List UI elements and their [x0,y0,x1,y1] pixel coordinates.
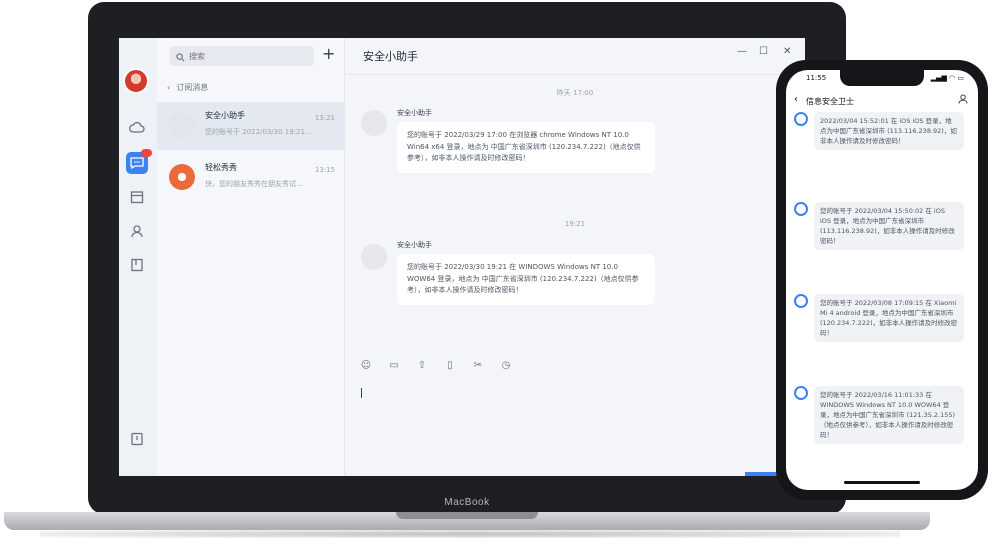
chevron-left-icon[interactable]: ‹ [794,94,798,105]
laptop-shadow [40,530,900,538]
upload-icon[interactable]: ⇧ [415,358,429,372]
phone-message-bubble: 您的账号于 2022/03/04 15:50:02 在 iOS iOS 登录，地… [814,202,964,251]
security-icon [794,294,808,308]
user-avatar[interactable] [123,68,149,94]
message-sender: 安全小助手 [397,241,432,249]
phone-message-bubble: 2022/03/04 15:52:01 在 iOS iOS 登录，地点为中国广东… [814,112,964,151]
message-avatar [361,110,387,136]
security-icon [794,202,808,216]
phone-message-bubble: 您的账号于 2022/03/08 17:09:15 在 Xiaomi Mi 4 … [814,294,964,343]
close-icon[interactable]: ✕ [783,46,791,57]
status-icons: ▂▄▆ ◠ ▭ [930,74,964,82]
scissors-icon[interactable]: ✂ [471,358,485,372]
search-box[interactable] [170,46,314,66]
notes-icon[interactable] [126,254,148,276]
composer-toolbar: ☺ ▭ ⇧ ▯ ✂ ◷ [359,358,513,372]
phone-notch [840,70,924,86]
laptop-notch [396,512,538,519]
add-button[interactable]: + [322,44,335,63]
security-icon [794,112,808,126]
conversation-snippet: 您的账号于 2022/03/30 19:21... [205,128,312,136]
phone-header: ‹ 信息安全卫士 [786,94,978,110]
cloud-icon[interactable] [126,116,148,138]
feedback-icon[interactable] [126,428,148,450]
conversation-time: 13:15 [314,166,335,174]
message-time: 昨天 17:00 [556,89,594,97]
chat-icon[interactable] [126,149,152,174]
user-icon[interactable] [958,94,968,107]
search-input[interactable] [189,51,299,61]
text-cursor [361,388,362,398]
emoji-icon[interactable]: ☺ [359,358,373,372]
conversation-avatar [169,112,195,138]
message-avatar [361,244,387,270]
calendar-icon[interactable] [126,186,148,208]
header-divider [345,74,805,75]
contacts-icon[interactable] [126,220,148,242]
nav-rail [119,38,157,476]
document-icon[interactable]: ▯ [443,358,457,372]
laptop-brand: MacBook [444,497,490,508]
maximize-icon[interactable]: ☐ [759,46,768,57]
phone-screen: 11:55 ▂▄▆ ◠ ▭ ‹ 信息安全卫士 2022/03/04 15:52:… [786,70,978,490]
message-sender: 安全小助手 [397,109,432,117]
back-label: 订阅消息 [176,83,209,92]
folder-icon[interactable]: ▭ [387,358,401,372]
conversation-avatar [169,164,195,190]
conversation-item[interactable]: 安全小助手 13:21 您的账号于 2022/03/30 19:21... [157,102,345,150]
message-bubble: 您的账号于 2022/03/29 17:00 在浏览器 chrome Windo… [397,122,655,173]
chat-pane: 安全小助手 — ☐ ✕ 昨天 17:00 安全小助手 您的账号于 2022/03… [345,38,805,476]
laptop-base [4,512,930,530]
home-indicator [844,481,920,484]
laptop-screen: + ‹ 订阅消息 安全小助手 13:21 您的账号于 2022/03/30 19… [119,38,805,476]
conversation-time: 13:21 [314,114,335,122]
chevron-left-icon: ‹ [167,83,171,92]
message-bubble: 您的账号于 2022/03/30 19:21 在 WINDOWS Windows… [397,254,655,305]
message-time: 19:21 [564,220,586,228]
status-time: 11:55 [806,74,827,82]
conversation-item[interactable]: 轻松秀秀 13:15 快，您的朋友秀秀在朋友秀试... [157,154,345,202]
chat-title: 安全小助手 [363,50,418,63]
phone-message-bubble: 您的账号于 2022/03/16 11:01:33 在 WINDOWS Wind… [814,386,964,445]
conversation-list: + ‹ 订阅消息 安全小助手 13:21 您的账号于 2022/03/30 19… [157,38,345,476]
unread-badge [141,149,152,157]
search-icon [176,47,185,66]
conversation-snippet: 快，您的朋友秀秀在朋友秀试... [205,180,303,188]
minimize-icon[interactable]: — [737,46,747,57]
history-icon[interactable]: ◷ [499,358,513,372]
phone-title: 信息安全卫士 [806,97,854,106]
phone-frame: 11:55 ▂▄▆ ◠ ▭ ‹ 信息安全卫士 2022/03/04 15:52:… [776,60,988,500]
security-icon [794,386,808,400]
subscription-back[interactable]: ‹ 订阅消息 [167,82,208,93]
